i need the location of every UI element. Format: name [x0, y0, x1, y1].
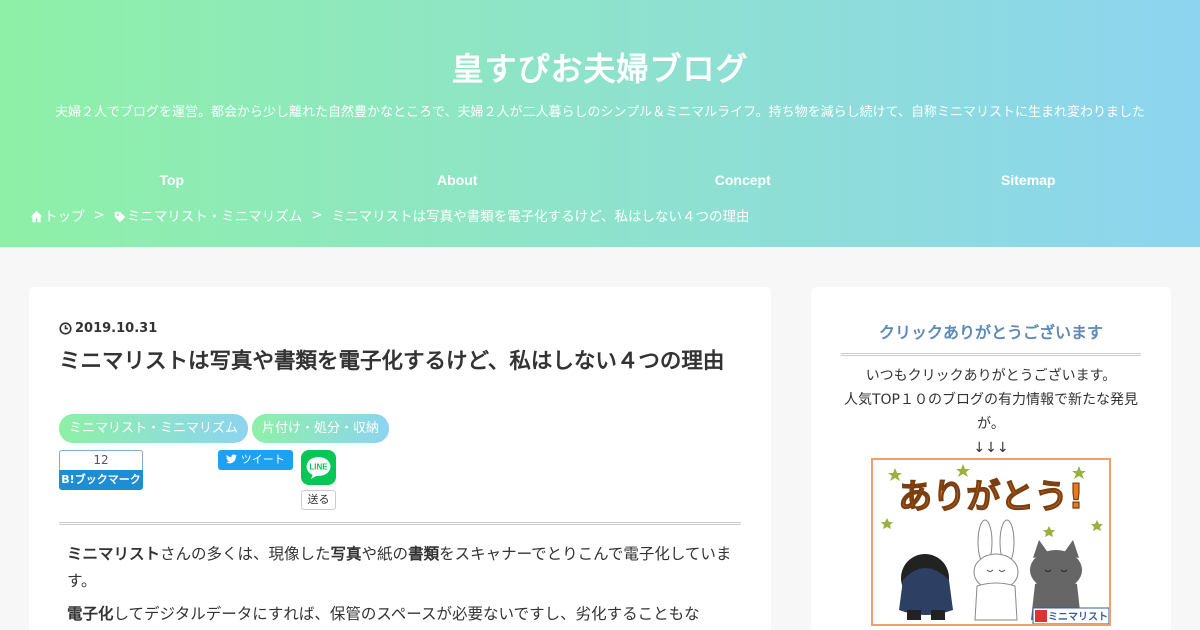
bowing-person-illustration — [899, 554, 953, 620]
hatena-bookmark-button[interactable]: 12 B!ブックマーク — [59, 450, 143, 490]
hatena-label: B!ブックマーク — [59, 470, 143, 490]
tag-icon — [114, 211, 126, 223]
post-date: 2019.10.31 — [59, 321, 157, 336]
home-icon — [30, 210, 43, 223]
twitter-bird-icon — [226, 454, 238, 464]
line-share-button[interactable]: LINE — [301, 450, 336, 485]
tag-minimalist[interactable]: ミニマリスト・ミニマリズム — [59, 414, 249, 443]
breadcrumb-current: ミニマリストは写真や書類を電子化するけど、私はしない４つの理由 — [331, 209, 750, 225]
text-bold: 電子化 — [67, 605, 114, 623]
breadcrumb: トップ > ミニマリスト・ミニマリズム > ミニマリストは写真や書類を電子化する… — [30, 205, 749, 225]
breadcrumb-category-label: ミニマリスト・ミニマリズム — [126, 209, 303, 225]
text: さんの多くは、現像した — [160, 545, 331, 563]
sidebar-widget: クリックありがとうございます いつもクリックありがとうございます。 人気TOP１… — [811, 287, 1171, 630]
rabbit-illustration — [973, 519, 1019, 621]
line-send-button[interactable]: 送る — [301, 490, 336, 510]
widget-line: いつもクリックありがとうございます。 — [865, 368, 1117, 384]
clock-icon — [59, 322, 72, 335]
widget-title: クリックありがとうございます — [841, 319, 1141, 356]
widget-line: 人気TOP１０のブログの有力情報で新たな発見が。 — [843, 392, 1138, 432]
post-title: ミニマリストは写真や書類を電子化するけど、私はしない４つの理由 — [59, 349, 725, 374]
badge-label: ミニマリスト — [1048, 611, 1108, 623]
article-card: 2019.10.31 ミニマリストは写真や書類を電子化するけど、私はしない４つの… — [29, 287, 771, 630]
text: や紙の — [361, 545, 409, 563]
breadcrumb-home-label: トップ — [44, 209, 85, 225]
nav-top[interactable]: Top — [29, 166, 315, 194]
tweet-button[interactable]: ツイート — [218, 450, 293, 470]
text-bold: 書類 — [408, 545, 440, 563]
breadcrumb-home[interactable]: トップ — [30, 205, 85, 225]
post-date-text: 2019.10.31 — [75, 321, 158, 336]
widget-text: いつもクリックありがとうございます。 人気TOP１０のブログの有力情報で新たな発… — [841, 364, 1141, 460]
nav-about[interactable]: About — [315, 166, 601, 194]
breadcrumb-separator: > — [93, 207, 105, 223]
tweet-label: ツイート — [240, 453, 285, 466]
breadcrumb-category[interactable]: ミニマリスト・ミニマリズム — [114, 205, 303, 225]
site-title[interactable]: 皇すぴお夫婦ブログ — [0, 44, 1200, 90]
divider — [59, 522, 741, 525]
text-bold: 写真 — [330, 545, 362, 563]
text: してデジタルデータにすれば、保管のスペースが必要ないですし、劣化することもな — [113, 605, 700, 623]
paragraph-2: 電子化してデジタルデータにすれば、保管のスペースが必要ないですし、劣化することも… — [67, 601, 733, 628]
article-body: ミニマリストさんの多くは、現像した写真や紙の書類をスキャナーでとりこんで電子化し… — [67, 541, 733, 630]
post-tags: ミニマリスト・ミニマリズム 片付け・処分・収納 — [59, 414, 393, 443]
tag-tidying[interactable]: 片付け・処分・収納 — [252, 414, 390, 443]
thank-you-banner[interactable]: ありがとう! ミニマリスト — [871, 458, 1111, 626]
site-header: 皇すぴお夫婦ブログ 夫婦２人でブログを運営。都会から少し離れた自然豊かなところで… — [0, 0, 1200, 247]
hatena-count: 12 — [59, 450, 143, 470]
main-nav: Top About Concept Sitemap — [29, 166, 1171, 194]
text-bold: ミニマリスト — [67, 545, 161, 563]
widget-arrows: ↓↓↓ — [973, 440, 1009, 456]
breadcrumb-separator: > — [311, 207, 323, 223]
nav-concept[interactable]: Concept — [600, 166, 886, 194]
minimalist-badge: ミニマリスト — [1032, 607, 1109, 624]
nav-sitemap[interactable]: Sitemap — [886, 166, 1172, 194]
line-label: LINE — [309, 463, 328, 472]
banner-title: ありがとう! — [898, 477, 1084, 517]
line-icon: LINE — [306, 457, 331, 479]
paragraph-1: ミニマリストさんの多くは、現像した写真や紙の書類をスキャナーでとりこんで電子化し… — [67, 541, 733, 595]
site-description: 夫婦２人でブログを運営。都会から少し離れた自然豊かなところで、夫婦２人が二人暮ら… — [55, 105, 1145, 120]
